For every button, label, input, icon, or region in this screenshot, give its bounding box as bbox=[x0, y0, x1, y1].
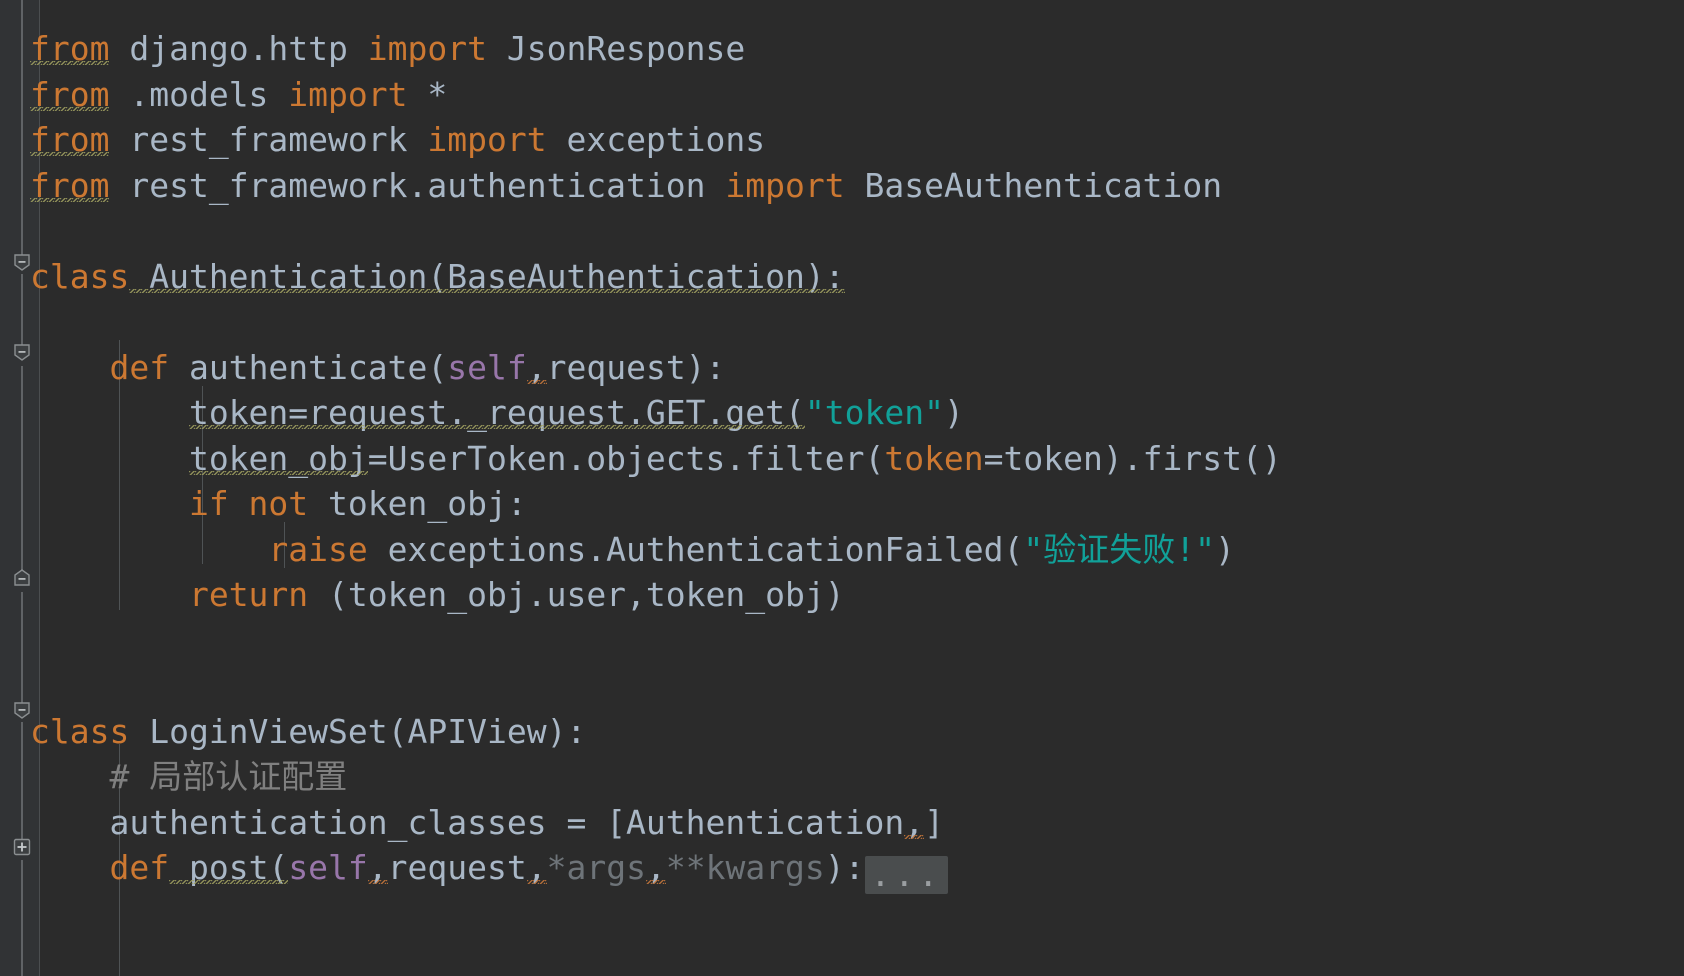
code-token: BaseAuthentication bbox=[844, 165, 1223, 205]
code-token: token_obj bbox=[188, 438, 368, 478]
code-line[interactable]: return (token_obj.user,token_obj) bbox=[30, 572, 845, 618]
code-token: class bbox=[30, 256, 130, 296]
code-token: , bbox=[526, 848, 547, 887]
code-token: token_obj: bbox=[308, 484, 527, 523]
code-token: request bbox=[387, 848, 527, 887]
code-token: ] bbox=[924, 802, 944, 842]
code-line[interactable]: from django.http import JsonResponse bbox=[30, 26, 745, 72]
code-token: "token" bbox=[804, 393, 944, 432]
code-line[interactable]: class Authentication(BaseAuthentication)… bbox=[30, 254, 845, 300]
code-token: ): bbox=[824, 848, 865, 887]
code-token: , bbox=[526, 347, 547, 387]
code-token: rest_framework.authentication bbox=[109, 165, 726, 205]
code-token: "验证失败!" bbox=[1023, 529, 1216, 569]
code-token: from bbox=[30, 120, 110, 159]
code-token: from bbox=[30, 74, 110, 114]
code-token: class bbox=[30, 711, 130, 751]
code-line[interactable]: from .models import * bbox=[30, 72, 447, 118]
code-line[interactable]: def post(self,request,*args,**kwargs):..… bbox=[30, 845, 949, 894]
code-line[interactable]: authentication_classes = [Authentication… bbox=[30, 800, 944, 846]
code-token: from bbox=[30, 165, 110, 205]
code-token: if not bbox=[188, 484, 309, 523]
code-token: ) bbox=[943, 393, 964, 432]
code-token: =UserToken.objects.filter( bbox=[367, 438, 885, 478]
code-token: authentication_classes = [Authentication bbox=[109, 802, 905, 842]
code-line[interactable]: def authenticate(self,request): bbox=[30, 345, 725, 391]
code-line-blank[interactable] bbox=[30, 618, 50, 664]
code-token: , bbox=[904, 802, 925, 842]
code-token: , bbox=[645, 848, 666, 887]
code-token: **kwargs bbox=[665, 848, 825, 887]
code-token: import bbox=[725, 165, 845, 205]
code-token: .models bbox=[109, 74, 289, 114]
code-token: =token).first() bbox=[983, 438, 1282, 478]
code-line-blank[interactable] bbox=[30, 299, 50, 345]
code-token: def bbox=[109, 347, 170, 387]
code-token: (token_obj.user,token_obj) bbox=[308, 575, 845, 614]
code-token: JsonResponse bbox=[486, 29, 746, 68]
code-line[interactable]: # 局部认证配置 bbox=[30, 754, 347, 800]
code-token: *args bbox=[546, 848, 646, 887]
code-line-blank[interactable] bbox=[30, 208, 50, 254]
code-line-blank[interactable] bbox=[30, 663, 50, 709]
code-token: return bbox=[188, 575, 309, 614]
code-token: exceptions bbox=[546, 120, 766, 159]
code-line[interactable]: class LoginViewSet(APIView): bbox=[30, 709, 586, 755]
code-token: , bbox=[367, 848, 388, 887]
code-token: import bbox=[288, 74, 408, 114]
code-token: import bbox=[427, 120, 547, 159]
code-token: self bbox=[288, 848, 368, 887]
code-line[interactable]: from rest_framework import exceptions bbox=[30, 117, 765, 163]
code-content[interactable]: from django.http import JsonResponse from… bbox=[0, 0, 1684, 976]
code-line[interactable]: token_obj=UserToken.objects.filter(token… bbox=[30, 436, 1282, 482]
code-token: # 局部认证配置 bbox=[109, 757, 348, 796]
code-token: ) bbox=[1215, 529, 1235, 569]
code-token: exceptions.AuthenticationFailed( bbox=[367, 529, 1024, 569]
code-token: authenticate( bbox=[169, 347, 448, 387]
code-line[interactable]: raise exceptions.AuthenticationFailed("验… bbox=[30, 527, 1235, 573]
folded-code-placeholder[interactable]: ... bbox=[864, 856, 949, 894]
code-token: token=request._request.GET.get( bbox=[188, 393, 805, 432]
code-line[interactable]: token=request._request.GET.get("token") bbox=[30, 390, 964, 436]
code-token: import bbox=[367, 29, 487, 68]
code-editor[interactable]: from django.http import JsonResponse from… bbox=[0, 0, 1684, 976]
code-token: Authentication(BaseAuthentication): bbox=[129, 256, 845, 296]
code-token: django.http bbox=[109, 29, 368, 68]
code-token: self bbox=[447, 347, 527, 387]
code-token: post( bbox=[169, 848, 289, 887]
code-token: rest_framework bbox=[109, 120, 428, 159]
code-token: raise bbox=[268, 529, 368, 569]
code-line[interactable]: if not token_obj: bbox=[30, 481, 527, 527]
code-token: request): bbox=[546, 347, 726, 387]
code-token: from bbox=[30, 29, 110, 68]
code-token: def bbox=[109, 848, 170, 887]
code-token: * bbox=[407, 74, 448, 114]
code-token: token bbox=[884, 438, 984, 478]
code-token: LoginViewSet(APIView): bbox=[129, 711, 587, 751]
code-line[interactable]: from rest_framework.authentication impor… bbox=[30, 163, 1222, 209]
